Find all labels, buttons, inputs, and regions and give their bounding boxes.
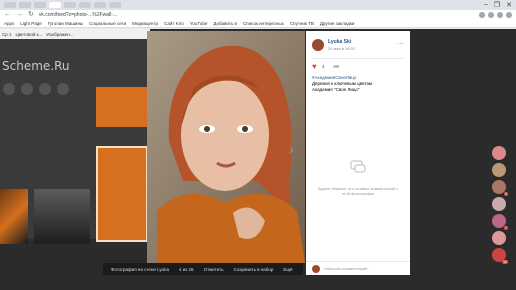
chat-avatar[interactable] xyxy=(492,163,506,177)
window-tab[interactable]: Изображен... xyxy=(46,32,73,37)
window-tab[interactable]: Цветовой к... xyxy=(16,32,43,37)
post-date[interactable]: 24 мая в 16:02 xyxy=(328,46,355,51)
next-photo-icon[interactable]: › xyxy=(289,141,294,157)
chat-avatar[interactable]: 12 xyxy=(492,248,508,264)
photo-caption[interactable]: Фотография на стене Lyuka xyxy=(111,267,169,272)
browser-toolbar: ← → ↻ vk.com/feed?z=photo-...%2Fwall-... xyxy=(0,10,516,20)
tab[interactable] xyxy=(4,2,16,8)
color-scheme-window: Ср 1 Цветовой к... Изображен... Scheme.R… xyxy=(0,29,150,244)
back-icon[interactable]: ← xyxy=(4,10,11,20)
bookmark[interactable]: Список интересных xyxy=(243,21,284,26)
color-wheel-buttons xyxy=(3,83,69,95)
portrait-image xyxy=(147,31,305,263)
wheel-button[interactable] xyxy=(39,83,51,95)
chat-avatar[interactable] xyxy=(492,146,506,160)
extension-icon[interactable] xyxy=(479,12,485,18)
divider xyxy=(312,58,404,59)
author-avatar[interactable] xyxy=(312,39,324,51)
close-icon[interactable]: ✕ xyxy=(506,1,512,9)
chat-avatar[interactable] xyxy=(492,231,506,245)
wheel-button[interactable] xyxy=(57,83,69,95)
tab-active[interactable] xyxy=(49,2,61,8)
forward-icon[interactable]: → xyxy=(16,10,23,20)
bookmark[interactable]: Медиацентр xyxy=(132,21,158,26)
bookmark[interactable]: Другие закладки xyxy=(320,21,354,26)
window-controls: – ❐ ✕ xyxy=(484,1,512,9)
tab[interactable] xyxy=(94,2,106,8)
minimize-icon[interactable]: – xyxy=(484,1,488,9)
brightness-picker[interactable] xyxy=(34,189,90,244)
extensions xyxy=(479,12,512,18)
tab[interactable] xyxy=(64,2,76,8)
extension-icon[interactable] xyxy=(497,12,503,18)
window-tabs: Ср 1 Цветовой к... Изображен... xyxy=(0,29,150,39)
wheel-button[interactable] xyxy=(3,83,15,95)
comment-input[interactable]: Написать комментарий... xyxy=(324,266,371,271)
share-icon[interactable]: ➦ xyxy=(333,62,340,71)
bookmark[interactable]: Apps xyxy=(4,21,14,26)
tabs xyxy=(0,0,516,10)
color-swatch[interactable] xyxy=(96,87,148,127)
bookmark[interactable]: Сайт Kiro xyxy=(164,21,184,26)
comment-icon xyxy=(350,159,366,180)
chat-avatar[interactable]: 4 xyxy=(492,180,508,196)
window-tab[interactable]: Ср 1 xyxy=(2,32,12,37)
wheel-button[interactable] xyxy=(21,83,33,95)
bookmark[interactable]: Добавить в xyxy=(213,21,237,26)
site-logo[interactable]: Scheme.Ru xyxy=(2,59,70,73)
more-button[interactable]: Ещё xyxy=(283,267,292,272)
tab[interactable] xyxy=(34,2,46,8)
bookmark[interactable]: YouTube xyxy=(190,21,208,26)
chat-avatar[interactable] xyxy=(492,197,506,211)
color-picker-gradient[interactable] xyxy=(0,189,28,244)
tab[interactable] xyxy=(19,2,31,8)
photo-caption-bar: Фотография на стене Lyuka 4 из 26 Отмети… xyxy=(103,263,303,275)
bookmark[interactable]: Социальные сети xyxy=(89,21,126,26)
save-button[interactable]: Сохранить в набор xyxy=(234,267,274,272)
tag-button[interactable]: Отметить xyxy=(204,267,224,272)
post-text: #АкадемияСвоеЛицо Деревня к ключевым цве… xyxy=(312,75,404,93)
bookmark[interactable]: Гуголаи Машины xyxy=(48,21,83,26)
no-comments-text: Будьте первым, кто оставит комментарий к… xyxy=(317,186,399,196)
bookmarks-bar: Apps Light Page Гуголаи Машины Социальны… xyxy=(0,20,516,28)
chat-avatar[interactable]: 7 xyxy=(492,214,508,230)
photo-counter: 4 из 26 xyxy=(178,266,194,272)
post-line: Академия "Свое Лицо" xyxy=(312,87,360,92)
maximize-icon[interactable]: ❐ xyxy=(494,1,500,9)
tab[interactable] xyxy=(79,2,91,8)
author-name[interactable]: Lyuka Ski xyxy=(328,39,351,45)
comment-box: Написать комментарий... xyxy=(306,261,410,275)
more-icon[interactable]: ⋯ xyxy=(397,40,404,48)
bookmark[interactable]: Спутник ТВ xyxy=(290,21,314,26)
tab[interactable] xyxy=(109,2,121,8)
browser-tab-strip: – ❐ ✕ xyxy=(0,0,516,10)
reload-icon[interactable]: ↻ xyxy=(28,10,34,20)
chat-sidebar: 4 7 12 xyxy=(488,146,510,276)
like-icon[interactable]: ♥ xyxy=(312,62,317,71)
user-avatar xyxy=(312,264,320,273)
photo-info-panel: Lyuka Ski 24 мая в 16:02 ⋯ ♥ 4 ➦ #Академ… xyxy=(306,31,410,275)
photo[interactable] xyxy=(147,31,305,263)
profile-icon[interactable] xyxy=(506,12,512,18)
bookmark[interactable]: Light Page xyxy=(20,21,42,26)
extension-icon[interactable] xyxy=(488,12,494,18)
color-swatch-selected[interactable] xyxy=(96,146,148,242)
address-bar[interactable]: vk.com/feed?z=photo-...%2Fwall-... xyxy=(39,12,474,18)
like-count: 4 xyxy=(322,64,325,69)
